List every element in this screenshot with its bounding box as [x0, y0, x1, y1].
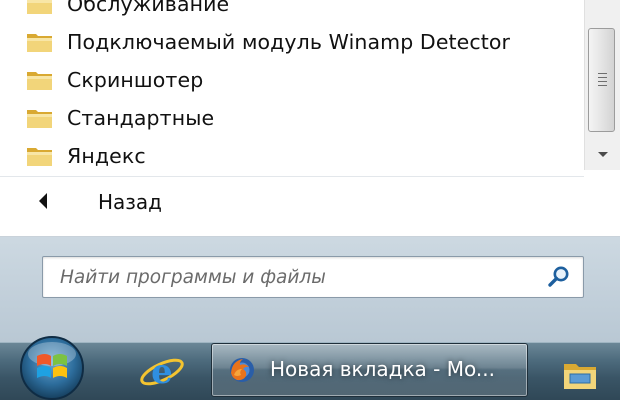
back-label: Назад: [98, 190, 163, 214]
program-item-winamp-detector[interactable]: Подключаемый модуль Winamp Detector: [0, 23, 584, 61]
program-item-skrinshoter[interactable]: Скриншотер: [0, 61, 584, 99]
program-item-standartnye[interactable]: Стандартные: [0, 99, 584, 137]
folder-icon: [26, 145, 54, 167]
program-item-obsluzhivanie[interactable]: Обслуживание: [0, 0, 584, 23]
folder-icon: [26, 31, 54, 53]
start-menu: Обслуживание Подключаемый модуль Winamp …: [0, 0, 620, 342]
firefox-icon: [228, 356, 256, 384]
thumb-grip: [598, 73, 607, 74]
windows-explorer-icon[interactable]: [548, 346, 612, 398]
vertical-scrollbar[interactable]: [584, 0, 620, 170]
divider: [0, 176, 584, 177]
back-button[interactable]: Назад: [0, 182, 584, 222]
scroll-thumb[interactable]: [588, 28, 615, 132]
folder-icon: [26, 0, 54, 15]
screen: Обслуживание Подключаемый модуль Winamp …: [0, 0, 620, 400]
firefox-task-button[interactable]: Новая вкладка - Mo...: [211, 343, 528, 397]
svg-text:e: e: [151, 352, 173, 392]
search-box[interactable]: [42, 256, 584, 298]
program-label: Подключаемый модуль Winamp Detector: [67, 30, 511, 54]
programs-panel: Обслуживание Подключаемый модуль Winamp …: [0, 0, 620, 237]
program-item-yandex[interactable]: Яндекс: [0, 137, 584, 175]
folder-icon: [26, 69, 54, 91]
scroll-up-arrow-icon[interactable]: [595, 6, 611, 18]
search-input[interactable]: [43, 257, 533, 297]
program-label: Обслуживание: [67, 0, 230, 16]
back-arrow-icon: [37, 192, 49, 210]
program-label: Скриншотер: [67, 68, 204, 92]
internet-explorer-icon[interactable]: e: [130, 346, 194, 398]
program-label: Яндекс: [67, 144, 146, 168]
thumb-grip: [598, 81, 607, 82]
program-label: Стандартные: [67, 106, 215, 130]
folder-icon: [26, 107, 54, 129]
windows-logo-icon[interactable]: [13, 330, 91, 400]
search-icon[interactable]: [547, 265, 571, 289]
scroll-down-arrow-icon[interactable]: [595, 146, 611, 158]
window-title: Новая вкладка - Mo...: [270, 357, 495, 381]
program-list: Обслуживание Подключаемый модуль Winamp …: [0, 0, 584, 170]
thumb-grip: [598, 77, 607, 78]
thumb-grip: [598, 85, 607, 86]
